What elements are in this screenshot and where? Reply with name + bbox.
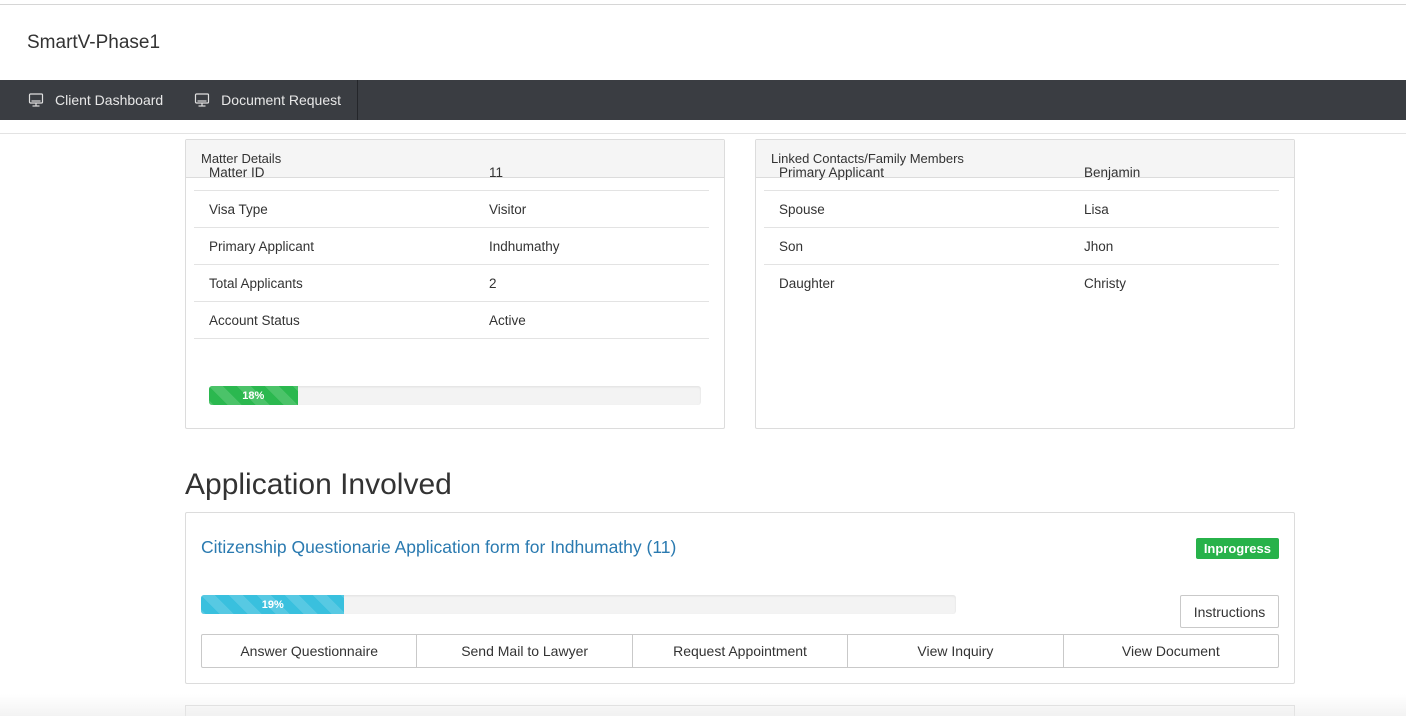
contact-row: Spouse Lisa — [764, 191, 1279, 228]
row-value: Active — [489, 312, 526, 328]
monitor-icon — [195, 93, 210, 107]
row-value: Jhon — [1084, 238, 1114, 254]
row-value: Christy — [1084, 276, 1127, 291]
row-label: Spouse — [779, 201, 825, 217]
row-label: Account Status — [209, 312, 300, 328]
row-value: Benjamin — [1084, 164, 1141, 180]
row-value: Lisa — [1084, 201, 1109, 217]
nav-item-label: Document Request — [221, 92, 342, 108]
row-value: Visitor — [489, 201, 527, 217]
matter-row-account-status: Account Status Active — [194, 302, 709, 339]
contact-row: Daughter Christy — [764, 265, 1279, 302]
contact-row: Son Jhon — [764, 228, 1279, 265]
progress-fill: 19% — [201, 595, 345, 614]
nav-item-client-dashboard[interactable]: Client Dashboard — [0, 80, 179, 120]
application-progress-bar: 19% — [201, 595, 956, 614]
contact-row: Primary Applicant Benjamin — [764, 154, 1279, 191]
status-badge: Inprogress — [1195, 538, 1279, 559]
row-label: Son — [779, 238, 804, 254]
matter-details-panel: Matter Details Matter ID 11 Visa Type Vi… — [185, 139, 725, 429]
row-label: Matter ID — [209, 164, 265, 180]
instructions-button[interactable]: Instructions — [1180, 595, 1279, 628]
row-value: 2 — [489, 275, 497, 291]
row-label: Total Applicants — [209, 275, 303, 291]
send-mail-to-lawyer-button[interactable]: Send Mail to Lawyer — [416, 634, 633, 668]
view-document-button[interactable]: View Document — [1062, 634, 1280, 668]
next-application-card — [185, 705, 1295, 716]
matter-progress-bar: 18% — [209, 386, 701, 405]
matter-row-total-applicants: Total Applicants 2 — [194, 265, 709, 302]
row-label: Primary Applicant — [209, 238, 315, 254]
top-divider — [0, 4, 1406, 5]
row-label: Primary Applicant — [779, 164, 885, 180]
matter-row-id: Matter ID 11 — [194, 154, 709, 191]
answer-questionnaire-button[interactable]: Answer Questionnaire — [201, 634, 418, 668]
view-inquiry-button[interactable]: View Inquiry — [847, 634, 1064, 668]
contacts-list: Primary Applicant Benjamin Spouse Lisa S… — [764, 154, 1279, 302]
application-actions: Answer Questionnaire Send Mail to Lawyer… — [201, 634, 1280, 668]
nav-item-label: Client Dashboard — [55, 92, 164, 108]
row-label: Daughter — [779, 276, 835, 291]
progress-fill: 18% — [209, 386, 298, 405]
matter-row-visa-type: Visa Type Visitor — [194, 191, 709, 228]
row-value: 11 — [489, 164, 504, 180]
request-appointment-button[interactable]: Request Appointment — [631, 634, 849, 668]
linked-contacts-panel: Linked Contacts/Family Members Primary A… — [755, 139, 1295, 429]
matter-details-list: Matter ID 11 Visa Type Visitor Primary A… — [194, 154, 709, 339]
application-title-link[interactable]: Citizenship Questionarie Application for… — [201, 537, 676, 558]
matter-row-primary-applicant: Primary Applicant Indhumathy — [194, 228, 709, 265]
app-brand[interactable]: SmartV-Phase1 — [27, 32, 160, 54]
subnav-divider — [0, 133, 1406, 134]
nav-item-document-request[interactable]: Document Request — [179, 80, 359, 120]
navbar: Client Dashboard Document Request — [0, 80, 1406, 120]
monitor-icon — [28, 93, 44, 107]
section-heading: Application Involved — [185, 468, 452, 501]
application-card: Citizenship Questionarie Application for… — [185, 512, 1295, 684]
row-label: Visa Type — [209, 201, 268, 217]
row-value: Indhumathy — [489, 238, 560, 254]
